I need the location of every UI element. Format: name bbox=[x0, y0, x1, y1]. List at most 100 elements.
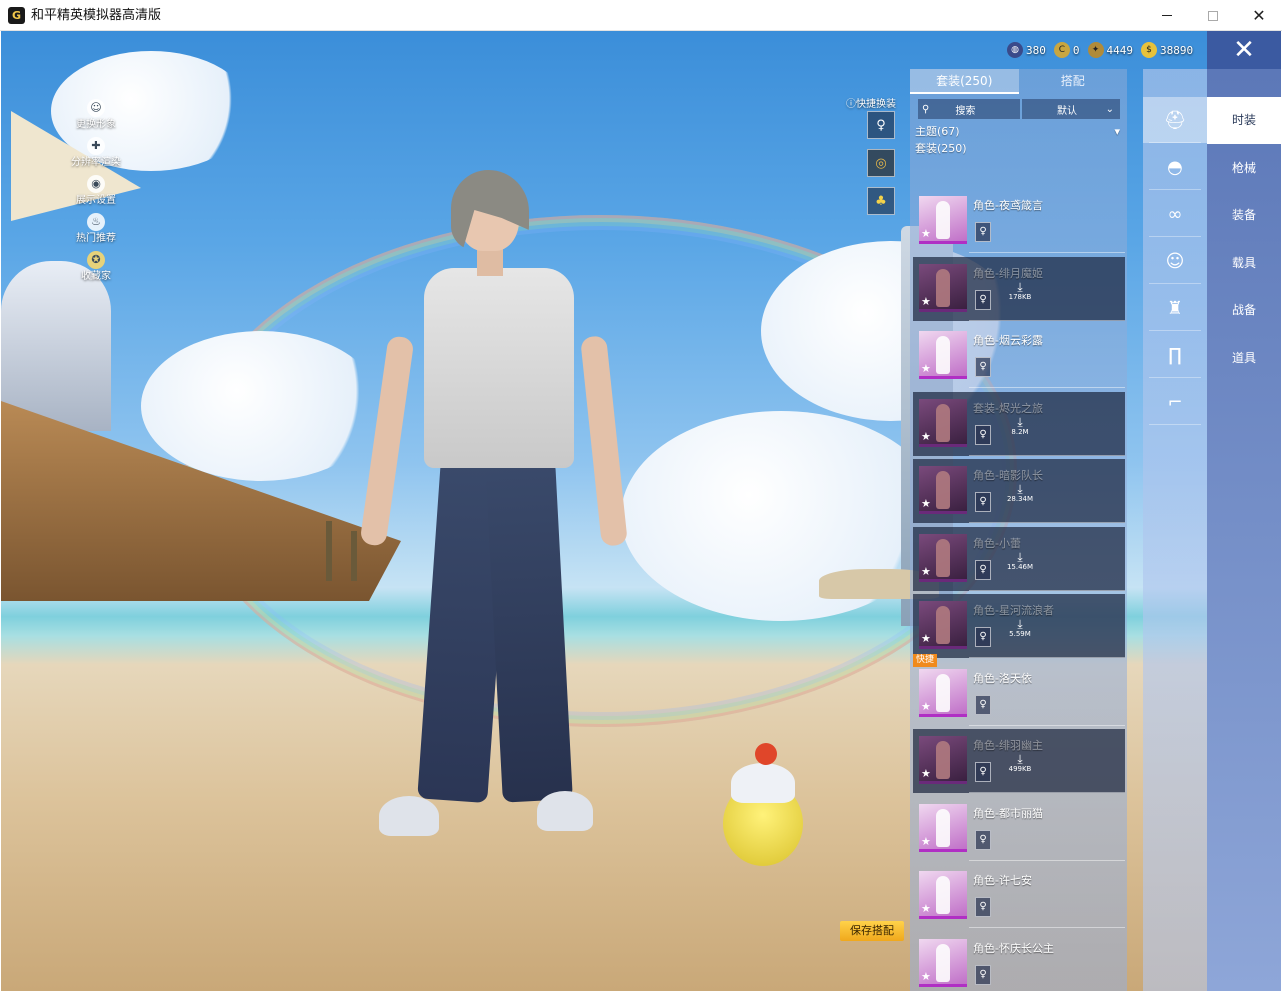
outfit-mini-figure-icon[interactable]: ♀ bbox=[975, 492, 991, 512]
left-menu-item[interactable]: ✪ 收藏家 bbox=[61, 251, 131, 287]
outfit-name: 角色-绯羽幽主 bbox=[973, 739, 1043, 752]
outfit-item[interactable]: ★ 角色-许七安 ♀ bbox=[913, 864, 1125, 928]
maximize-icon bbox=[1208, 10, 1218, 21]
currency-item[interactable]: $ 38890 bbox=[1141, 42, 1193, 58]
download-button[interactable]: ⤓ 28.34M bbox=[1005, 483, 1035, 504]
outfit-mini-figure-icon[interactable]: ♀ bbox=[975, 357, 991, 377]
outfit-name: 角色-烟云彩露 bbox=[973, 334, 1043, 347]
outfit-mini-figure-icon[interactable]: ♀ bbox=[975, 897, 991, 917]
left-menu-item[interactable]: ✚ 分辨率渲染 bbox=[61, 137, 131, 173]
star-icon: ★ bbox=[921, 497, 931, 510]
outfit-item[interactable]: ★ 角色-绯月魔姬 ♀ ⤓ 178KB bbox=[913, 256, 1125, 321]
left-menu-item[interactable]: ♨ 热门推荐 bbox=[61, 213, 131, 249]
quick-change-label[interactable]: ⓘ快捷换装 bbox=[846, 95, 896, 110]
outfit-figure bbox=[936, 201, 950, 239]
left-menu-item[interactable]: ☺ 更换形象 bbox=[61, 99, 131, 135]
outfit-mini-figure-icon[interactable]: ♀ bbox=[975, 222, 991, 242]
outfit-figure bbox=[936, 471, 950, 509]
close-panel-button[interactable]: ✕ bbox=[1207, 31, 1281, 69]
outfit-name: 角色-都市丽猫 bbox=[973, 806, 1043, 820]
outfit-mini-figure-icon[interactable]: ♀ bbox=[975, 289, 991, 310]
save-outfit-button[interactable]: 保存搭配 bbox=[840, 921, 904, 941]
palm-tree bbox=[326, 521, 332, 581]
side-tab[interactable]: 装备 bbox=[1207, 192, 1281, 239]
tab-suits[interactable]: 套装(250) bbox=[910, 69, 1019, 94]
outfit-item[interactable]: ★ 角色-都市丽猫 ♀ bbox=[913, 797, 1125, 861]
hat-brim-icon: ⛑ bbox=[1163, 109, 1187, 131]
game-viewport[interactable]: ☺ 更换形象 ✚ 分辨率渲染 ◉ 展示设置 ♨ 热门推荐 ✪ 收藏家 ◍ 380… bbox=[1, 31, 1281, 991]
outfit-figure bbox=[936, 538, 950, 577]
category-column: ⛑ ◓ ∞ ☺ ♜ ∏ ⌐ bbox=[1143, 69, 1207, 991]
star-icon: ★ bbox=[921, 902, 931, 915]
caret-down-icon: ▾ bbox=[1114, 125, 1120, 138]
category-button[interactable]: ⛑ bbox=[1143, 97, 1207, 143]
outfit-item[interactable]: ★ 角色-小蕾 ♀ ⤓ 15.46M bbox=[913, 526, 1125, 591]
side-tab[interactable]: 战备 bbox=[1207, 287, 1281, 334]
outfit-mini-figure-icon[interactable]: ♀ bbox=[975, 762, 991, 782]
divider bbox=[969, 589, 1125, 591]
quick-slot[interactable]: ♀ bbox=[867, 111, 895, 139]
outfit-item[interactable]: ★ 角色-暗影队长 ♀ ⤓ 28.34M bbox=[913, 459, 1125, 523]
quick-slot[interactable]: ♣ bbox=[867, 187, 895, 215]
outfit-mini-figure-icon[interactable]: ♀ bbox=[975, 694, 991, 715]
divider bbox=[1149, 189, 1201, 190]
outfit-item[interactable]: ★ 角色-洛天依 ♀ 快捷 bbox=[913, 653, 1125, 726]
left-menu-item[interactable]: ◉ 展示设置 bbox=[61, 175, 131, 211]
close-window-button[interactable]: ✕ bbox=[1236, 0, 1282, 31]
side-tab[interactable]: 载具 bbox=[1207, 240, 1281, 287]
outfit-figure bbox=[936, 268, 950, 307]
outfit-mini-figure-icon[interactable]: ♀ bbox=[975, 424, 991, 445]
tab-match[interactable]: 搭配 bbox=[1019, 69, 1128, 94]
outfit-item[interactable]: ★ 套装-烬光之旅 ♀ ⤓ 8.2M bbox=[913, 391, 1125, 456]
outfit-name: 角色-绯月魔姬 bbox=[973, 266, 1043, 280]
download-button[interactable]: ⤓ 5.59M bbox=[1005, 618, 1035, 639]
currency-bar: ◍ 380 C 0 ✦ 4449 $ 38890 bbox=[1007, 40, 1193, 60]
chevron-down-icon: ⌄ bbox=[1105, 103, 1114, 115]
outfit-mini-figure-icon[interactable]: ♀ bbox=[975, 829, 991, 850]
category-button[interactable]: ♜ bbox=[1143, 285, 1207, 331]
quick-slot[interactable]: ◎ bbox=[867, 149, 895, 177]
sort-dropdown[interactable]: 默认 ⌄ bbox=[1022, 99, 1120, 119]
glasses-icon: ∞ bbox=[1167, 203, 1183, 225]
currency-item[interactable]: C 0 bbox=[1053, 42, 1080, 58]
outfit-name: 套装-烬光之旅 bbox=[973, 401, 1043, 415]
category-button[interactable]: ∏ bbox=[1143, 332, 1207, 378]
outfit-item[interactable]: ★ 角色-绯羽幽主 ♀ ⤓ 499KB bbox=[913, 729, 1125, 793]
download-size: 15.46M bbox=[1006, 562, 1034, 571]
category-button[interactable]: ☺ bbox=[1143, 238, 1207, 284]
outfit-mini-figure-icon[interactable]: ♀ bbox=[975, 964, 991, 985]
maximize-button[interactable] bbox=[1190, 0, 1236, 31]
category-button[interactable]: ⌐ bbox=[1143, 379, 1207, 425]
minimize-button[interactable] bbox=[1144, 0, 1190, 31]
pirate-ship bbox=[1, 111, 401, 621]
currency-item[interactable]: ◍ 380 bbox=[1007, 42, 1046, 58]
side-tabs: 时装 枪械 装备 载具 战备 道具 bbox=[1207, 69, 1281, 991]
outfit-name: 角色-洛天依 bbox=[973, 671, 1032, 685]
outfit-mini-figure-icon[interactable]: ♀ bbox=[975, 559, 991, 580]
category-button[interactable]: ◓ bbox=[1143, 144, 1207, 190]
divider bbox=[969, 657, 1125, 658]
filter-dropdown[interactable]: 主题(67) 套装(250) ▾ bbox=[915, 123, 1120, 157]
download-button[interactable]: ⤓ 178KB bbox=[1005, 281, 1035, 302]
pet-chick[interactable] bbox=[723, 741, 803, 871]
download-button[interactable]: ⤓ 499KB bbox=[1005, 753, 1035, 774]
side-tab[interactable]: 道具 bbox=[1207, 335, 1281, 382]
cap-icon: ◓ bbox=[1167, 156, 1183, 178]
outfit-mini-figure-icon[interactable]: ♀ bbox=[975, 627, 991, 647]
download-button[interactable]: ⤓ 15.46M bbox=[1005, 551, 1035, 572]
outfit-name: 角色-许七安 bbox=[973, 874, 1032, 887]
side-tab[interactable]: 枪械 bbox=[1207, 145, 1281, 192]
currency-item[interactable]: ✦ 4449 bbox=[1087, 42, 1133, 58]
category-button[interactable]: ∞ bbox=[1143, 191, 1207, 237]
outfit-item[interactable]: ★ 角色-烟云彩露 ♀ bbox=[913, 324, 1125, 388]
outfit-item[interactable]: ★ 角色-夜鸢箴言 ♀ bbox=[913, 189, 1125, 253]
divider bbox=[969, 724, 1125, 726]
download-button[interactable]: ⤓ 8.2M bbox=[1005, 416, 1035, 437]
outfit-name: 角色-星河流浪者 bbox=[973, 604, 1054, 617]
player-character[interactable] bbox=[359, 170, 628, 866]
outfit-item[interactable]: ★ 角色-星河流浪者 ♀ ⤓ 5.59M bbox=[913, 594, 1125, 658]
outfit-item[interactable]: ★ 角色-怀庆长公主 ♀ bbox=[913, 932, 1125, 992]
side-tab[interactable]: 时装 bbox=[1207, 97, 1281, 144]
search-input[interactable]: ⚲ 搜索 bbox=[918, 99, 1021, 119]
currency-value: 380 bbox=[1026, 43, 1046, 57]
